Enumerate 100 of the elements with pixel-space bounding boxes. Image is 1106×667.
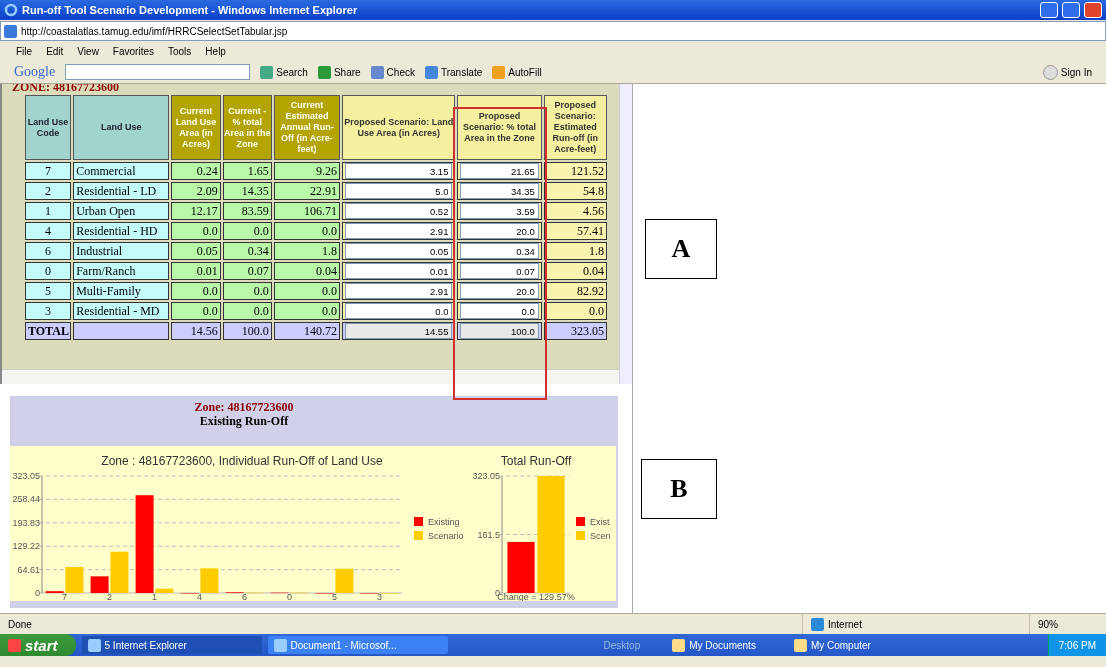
toolbar-button[interactable]: Translate xyxy=(424,65,483,79)
value-field[interactable]: 0.07 xyxy=(460,263,539,279)
maximize-button[interactable] xyxy=(1062,2,1080,18)
menu-item[interactable]: Favorites xyxy=(112,46,154,57)
column-header: Land Use xyxy=(73,95,170,160)
table-cell: 1.65 xyxy=(222,162,272,180)
menu-item[interactable]: Tools xyxy=(168,46,192,57)
table-cell: 0.0 xyxy=(171,302,221,320)
value-field[interactable]: 0.05 xyxy=(345,243,453,259)
value-field[interactable]: 0.01 xyxy=(345,263,453,279)
y-tick-label: 323.05 xyxy=(12,471,40,481)
table-cell: 0.0 xyxy=(273,282,341,300)
value-field[interactable]: 3.59 xyxy=(460,203,539,219)
value-field[interactable]: 34.35 xyxy=(460,183,539,199)
clock: 7:06 PM xyxy=(1058,639,1096,651)
value-field[interactable]: 0.0 xyxy=(460,303,539,319)
x-tick-label: 5 xyxy=(332,592,337,601)
horizontal-scrollbar[interactable] xyxy=(2,369,619,384)
value-field[interactable]: 3.15 xyxy=(345,163,453,179)
taskbar-link[interactable]: My Documents xyxy=(666,637,762,653)
column-header: Current Land Use Area (in Acres) xyxy=(171,95,221,160)
value-field[interactable]: 100.0 xyxy=(460,323,539,339)
taskbar-button[interactable]: Document1 - Microsof... xyxy=(267,636,448,654)
table-cell: 14.35 xyxy=(222,182,272,200)
table-cell: Residential - HD xyxy=(73,222,170,240)
menu-item[interactable]: View xyxy=(77,46,99,57)
table-cell: 57.41 xyxy=(543,222,607,240)
table-cell: TOTAL xyxy=(25,322,72,340)
start-button[interactable]: start xyxy=(0,634,76,656)
close-button[interactable] xyxy=(1084,2,1102,18)
desktop-label: Desktop xyxy=(603,639,641,651)
table-cell: 0.0 xyxy=(222,222,272,240)
table-cell: 0.04 xyxy=(543,262,607,280)
table-cell: 106.71 xyxy=(273,202,341,220)
chart-title: Total Run-Off xyxy=(500,454,572,468)
chart-heading: Existing Run-Off xyxy=(198,414,290,428)
value-field[interactable]: 2.91 xyxy=(345,283,453,299)
status-text: Done xyxy=(7,618,33,630)
table-cell: 7 xyxy=(25,162,72,180)
url-text: http://coastalatlas.tamug.edu/imf/HRRCSelectSetTabular.jsp xyxy=(21,25,288,37)
table-cell: 0.05 xyxy=(171,242,221,260)
column-header: Land Use Code xyxy=(25,95,72,160)
address-bar[interactable]: http://coastalatlas.tamug.edu/imf/HRRCSelectSetTabular.jsp xyxy=(0,21,1106,41)
table-cell: 0.07 xyxy=(222,262,272,280)
value-field[interactable]: 0.0 xyxy=(345,303,453,319)
chart-title: Zone : 48167723600, Individual Run-Off of Land Use xyxy=(101,454,383,468)
table-cell: 140.72 xyxy=(273,322,341,340)
menu-item[interactable]: File xyxy=(16,46,33,57)
toolbar-logo: Google xyxy=(14,64,56,80)
callout-label: B xyxy=(641,459,717,519)
value-field[interactable]: 0.34 xyxy=(460,243,539,259)
value-field[interactable]: 20.0 xyxy=(460,283,539,299)
sign-in-button[interactable]: Sign In xyxy=(1042,64,1092,80)
table-cell: Commercial xyxy=(73,162,170,180)
table-cell: 2.09 xyxy=(171,182,221,200)
table-cell: 0.04 xyxy=(273,262,341,280)
x-tick-label: 3 xyxy=(377,592,382,601)
value-field[interactable]: 21.65 xyxy=(460,163,539,179)
taskbar-button[interactable]: 5 Internet Explorer xyxy=(81,636,262,654)
table-cell: 0.0 xyxy=(273,222,341,240)
toolbar-button[interactable]: Share xyxy=(317,65,361,79)
table-cell: 3 xyxy=(25,302,72,320)
table-cell: 12.17 xyxy=(171,202,221,220)
taskbar-link[interactable]: My Computer xyxy=(787,637,877,653)
table-cell: Industrial xyxy=(73,242,170,260)
table-cell: 0.0 xyxy=(543,302,607,320)
table-cell: 2 xyxy=(25,182,72,200)
legend-label: Exist xyxy=(590,517,610,527)
x-tick-label: 4 xyxy=(197,592,202,601)
vertical-scrollbar[interactable] xyxy=(619,84,632,384)
value-field[interactable]: 14.55 xyxy=(345,323,453,339)
window-title: Run-off Tool Scenario Development - Windows Internet Explorer xyxy=(22,4,359,16)
value-field[interactable]: 0.52 xyxy=(345,203,453,219)
value-field[interactable]: 2.91 xyxy=(345,223,453,239)
y-tick-label: 129.22 xyxy=(12,541,40,552)
column-header: Current - % total Area in the Zone xyxy=(222,95,272,160)
table-cell: 5 xyxy=(25,282,72,300)
value-field[interactable]: 5.0 xyxy=(345,183,453,199)
table-cell: 0.0 xyxy=(171,282,221,300)
table-cell: 0.34 xyxy=(222,242,272,260)
column-header: Current Estimated Annual Run-Off (in Acre-feet) xyxy=(273,95,341,160)
table-cell: 14.56 xyxy=(171,322,221,340)
toolbar-button[interactable]: Search xyxy=(260,65,308,79)
menu-item[interactable]: Help xyxy=(205,46,226,57)
legend-label: Existing xyxy=(428,517,460,527)
toolbar-button[interactable]: Check xyxy=(370,65,415,79)
table-cell: 0 xyxy=(25,262,72,280)
value-field[interactable]: 20.0 xyxy=(460,223,539,239)
y-tick-label: 193.83 xyxy=(12,517,40,528)
y-tick-label: 323.05 xyxy=(472,471,500,481)
menu-item[interactable]: Edit xyxy=(46,46,64,57)
y-tick-label: 64.61 xyxy=(17,564,40,575)
search-field[interactable] xyxy=(65,64,251,80)
browser-icon xyxy=(4,3,18,17)
toolbar-button[interactable]: AutoFill xyxy=(492,65,542,79)
x-tick-label: 2 xyxy=(107,592,112,601)
minimize-button[interactable] xyxy=(1040,2,1058,18)
chart-zone-title: Zone: 48167723600 xyxy=(193,400,295,414)
zoom-level[interactable]: 90% xyxy=(1038,618,1058,630)
table-cell: 54.8 xyxy=(543,182,607,200)
